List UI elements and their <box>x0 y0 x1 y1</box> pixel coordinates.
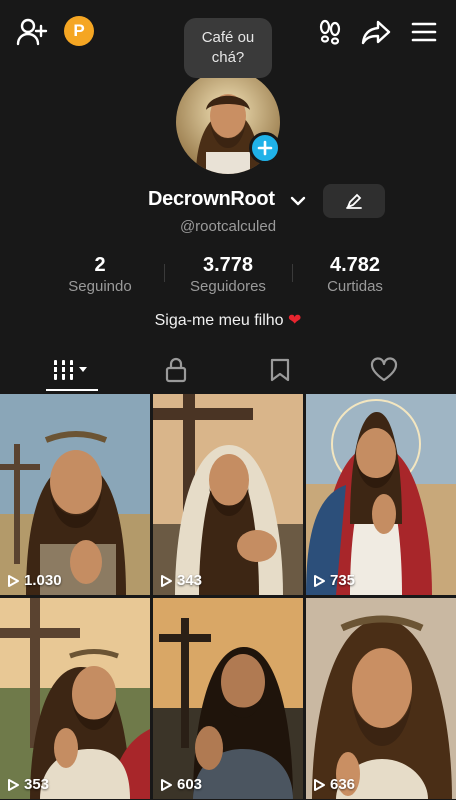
coin-letter: P <box>73 21 85 40</box>
stat-value: 4.782 <box>329 254 381 276</box>
pencil-icon <box>346 193 362 209</box>
stat-label: Curtidas <box>327 278 383 295</box>
stat-following[interactable]: 2 Seguindo <box>50 254 150 298</box>
video-thumbnail[interactable]: 353 <box>0 598 150 799</box>
edit-profile-button[interactable] <box>323 184 385 218</box>
stat-label: Seguidores <box>190 278 266 295</box>
stat-value: 3.778 <box>202 254 254 276</box>
view-count: 1.030 <box>6 572 62 589</box>
profile-name[interactable]: DecrownRoot <box>148 188 275 211</box>
divider <box>164 264 165 282</box>
profile-bio: Siga-me meu filho ❤ <box>0 310 456 330</box>
add-friend-icon[interactable] <box>14 14 50 50</box>
profile-handle: @rootcalculed <box>179 218 277 235</box>
bio-text: Siga-me meu filho <box>154 312 284 329</box>
play-icon <box>314 574 325 587</box>
bubble-text: Café ou chá? <box>201 29 255 66</box>
bookmark-icon <box>270 358 290 382</box>
view-count-value: 1.030 <box>24 572 62 589</box>
play-icon <box>8 574 19 587</box>
divider <box>292 264 293 282</box>
view-count: 343 <box>159 572 202 589</box>
stat-likes[interactable]: 4.782 Curtidas <box>305 254 405 298</box>
active-tab-indicator <box>46 389 98 391</box>
footprints-icon[interactable] <box>312 14 348 50</box>
chevron-down-icon[interactable] <box>290 194 306 212</box>
tab-videos[interactable] <box>42 350 102 390</box>
view-count: 603 <box>159 776 202 793</box>
profile-stats: 2 Seguindo 3.778 Seguidores 4.782 Curtid… <box>0 254 456 298</box>
tab-private[interactable] <box>146 350 206 390</box>
video-thumbnail[interactable]: 735 <box>306 394 456 595</box>
view-count: 636 <box>312 776 355 793</box>
grid-bars-icon <box>52 360 87 380</box>
profile-name-row: DecrownRoot <box>0 188 456 216</box>
play-icon <box>161 574 172 587</box>
share-icon[interactable] <box>358 14 394 50</box>
view-count-value: 636 <box>330 776 356 793</box>
add-avatar-button[interactable] <box>249 132 281 164</box>
video-thumbnail[interactable]: 1.030 <box>0 394 150 595</box>
view-count: 353 <box>6 776 49 793</box>
tab-liked[interactable] <box>354 350 414 390</box>
view-count-value: 343 <box>177 572 203 589</box>
play-icon <box>314 778 325 791</box>
stat-value: 2 <box>94 254 106 276</box>
view-count-value: 353 <box>24 776 50 793</box>
stat-label: Seguindo <box>68 278 132 295</box>
coin-icon[interactable]: P <box>64 16 94 46</box>
tab-saved[interactable] <box>250 350 310 390</box>
video-grid: 1.030 343 735 353 603 636 <box>0 394 456 800</box>
heart-icon <box>370 357 398 382</box>
view-count-value: 603 <box>177 776 203 793</box>
stat-followers[interactable]: 3.778 Seguidores <box>178 254 278 298</box>
video-thumbnail[interactable]: 636 <box>306 598 456 799</box>
view-count: 735 <box>312 572 355 589</box>
plus-icon <box>257 140 273 156</box>
view-count-value: 735 <box>330 572 356 589</box>
heart-emoji: ❤ <box>288 312 302 329</box>
content-tabs <box>0 350 456 392</box>
lock-icon <box>165 357 187 383</box>
play-icon <box>8 778 19 791</box>
status-bubble[interactable]: Café ou chá? <box>184 18 272 78</box>
menu-icon[interactable] <box>406 14 442 50</box>
play-icon <box>161 778 172 791</box>
video-thumbnail[interactable]: 603 <box>153 598 303 799</box>
video-thumbnail[interactable]: 343 <box>153 394 303 595</box>
